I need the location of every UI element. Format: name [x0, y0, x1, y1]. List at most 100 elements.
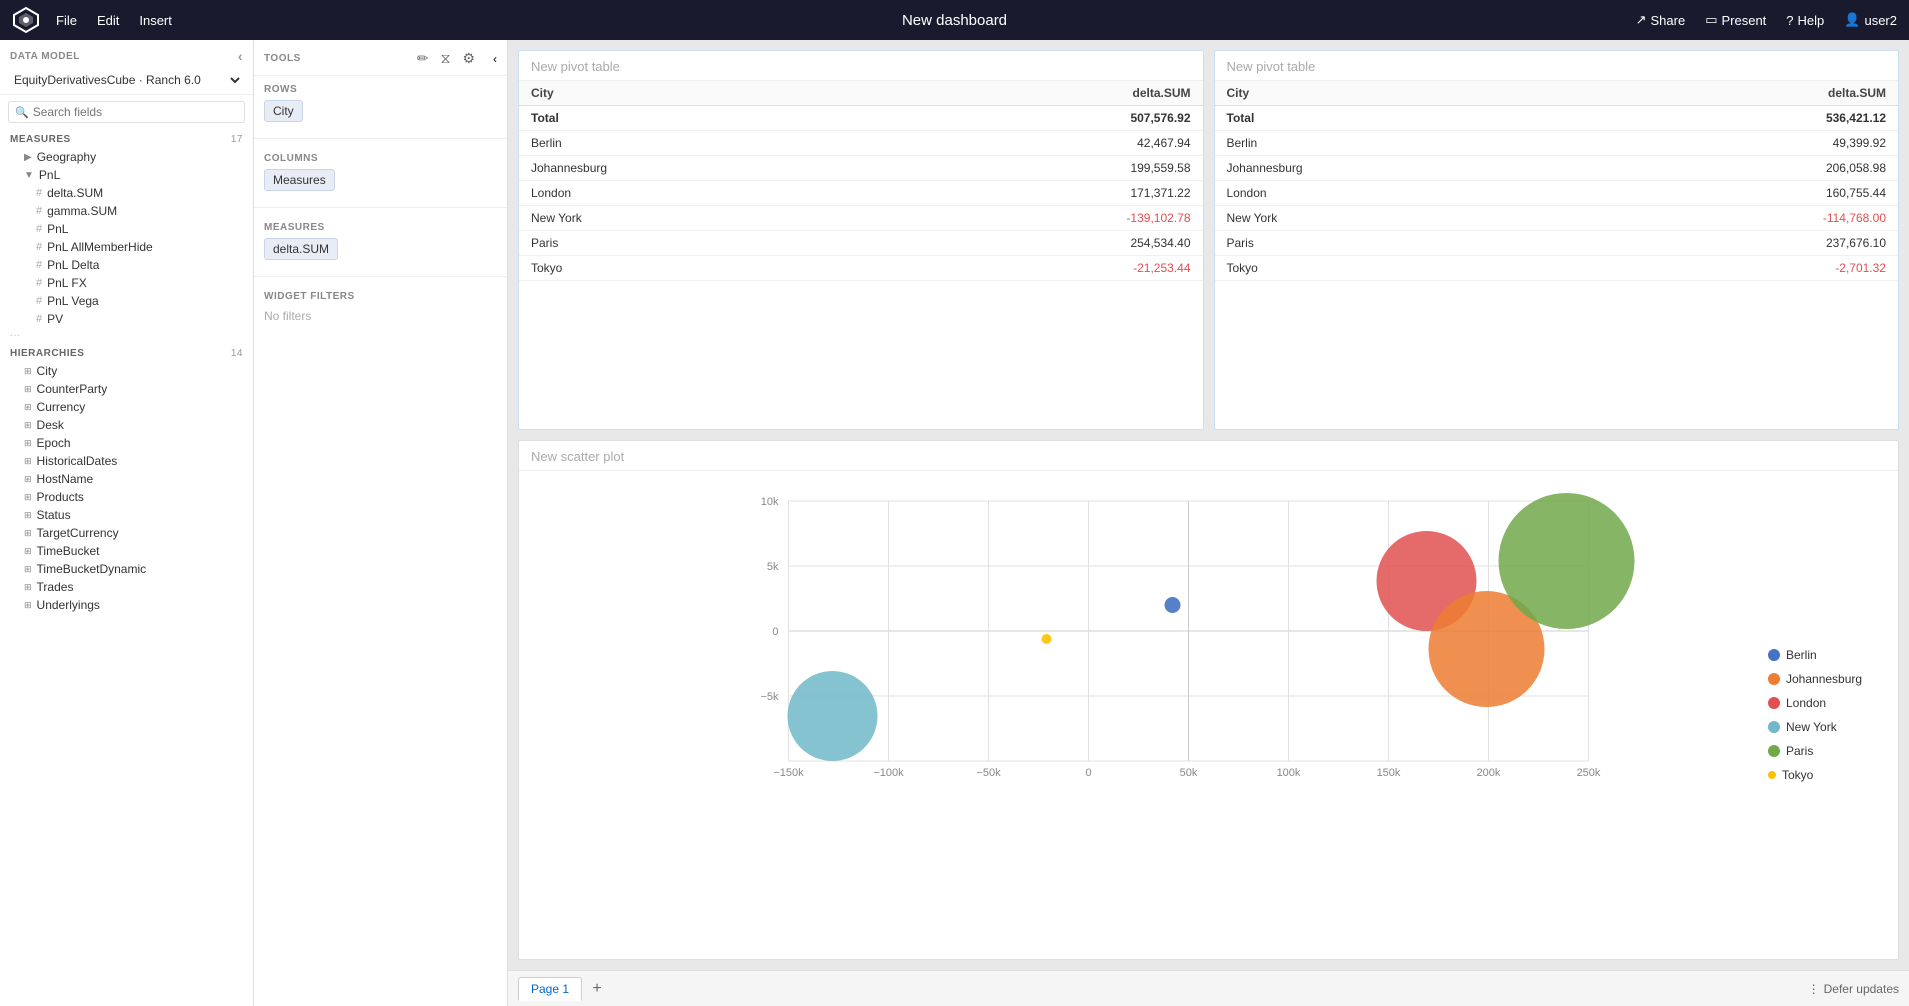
bubble-paris[interactable]: [1499, 493, 1635, 629]
nav-file[interactable]: File: [56, 13, 77, 28]
rows-pill[interactable]: City: [264, 100, 303, 122]
bottom-bar: Page 1 + ⋮ Defer updates: [508, 970, 1909, 1006]
folder-geography[interactable]: ▶ Geography: [0, 148, 253, 166]
user-button[interactable]: 👤 user2: [1844, 12, 1897, 28]
collapse-tools-panel-button[interactable]: ‹: [493, 52, 497, 66]
nav-edit[interactable]: Edit: [97, 13, 119, 28]
folder-pnl[interactable]: ▼ PnL: [0, 166, 253, 184]
scatter-plot-card: New scatter plot: [518, 440, 1899, 960]
widget-filters-section: Widget filters No filters: [254, 283, 507, 331]
settings-filter-icon[interactable]: ⚙: [460, 48, 477, 69]
measure-icon: #: [36, 241, 42, 253]
hierarchy-icon: ⊞: [24, 600, 32, 611]
tools-panel-header: TOOLS ✏ ⧖ ⚙ ‹: [254, 40, 507, 76]
hierarchy-products[interactable]: ⊞ Products: [0, 488, 253, 506]
nav-insert[interactable]: Insert: [139, 13, 172, 28]
hierarchy-icon: ⊞: [24, 420, 32, 431]
pivot-table-2: City delta.SUM Total536,421.12Berlin49,3…: [1215, 81, 1899, 281]
hierarchy-epoch[interactable]: ⊞ Epoch: [0, 434, 253, 452]
legend-dot-berlin: [1768, 649, 1780, 661]
legend-dot-newyork: [1768, 721, 1780, 733]
measures-pill[interactable]: delta.SUM: [264, 238, 338, 260]
bubble-berlin[interactable]: [1165, 597, 1181, 613]
help-button[interactable]: ? Help: [1786, 13, 1824, 28]
pivot-table-1-title: New pivot table: [519, 51, 1203, 81]
hierarchy-timebucketdynamic[interactable]: ⊞ TimeBucketDynamic: [0, 560, 253, 578]
hierarchy-icon: ⊞: [24, 402, 32, 413]
measure-icon: #: [36, 223, 42, 235]
hierarchy-icon: ⊞: [24, 546, 32, 557]
collapse-left-panel-button[interactable]: ‹: [238, 48, 243, 64]
hierarchy-icon: ⊞: [24, 366, 32, 377]
hierarchy-desk[interactable]: ⊞ Desk: [0, 416, 253, 434]
share-button[interactable]: ↗ Share: [1636, 12, 1686, 28]
search-box[interactable]: 🔍: [8, 101, 245, 123]
tools-panel: TOOLS ✏ ⧖ ⚙ ‹ Rows City Columns Measures…: [254, 40, 508, 1006]
measure-pv[interactable]: # PV: [0, 310, 253, 328]
dashboard-area: New pivot table City delta.SUM Total507,…: [508, 40, 1909, 970]
measure-gamma-sum[interactable]: # gamma.SUM: [0, 202, 253, 220]
measure-pnl-vega[interactable]: # PnL Vega: [0, 292, 253, 310]
table-row: Tokyo-21,253.44: [519, 256, 1203, 281]
hierarchy-hostname[interactable]: ⊞ HostName: [0, 470, 253, 488]
legend-dot-johannesburg: [1768, 673, 1780, 685]
hierarchy-status[interactable]: ⊞ Status: [0, 506, 253, 524]
svg-text:100k: 100k: [1277, 767, 1301, 779]
main-content: New pivot table City delta.SUM Total507,…: [508, 40, 1909, 1006]
scatter-body: 10k 5k 0 −5k −150k −100k −50k 0 50k 100k…: [519, 471, 1898, 959]
hierarchy-timebucket[interactable]: ⊞ TimeBucket: [0, 542, 253, 560]
hierarchy-icon: ⊞: [24, 474, 32, 485]
measure-pnl-delta[interactable]: # PnL Delta: [0, 256, 253, 274]
measure-pnl-allmbrhide[interactable]: # PnL AllMemberHide: [0, 238, 253, 256]
svg-text:−50k: −50k: [976, 767, 1001, 779]
folder-label: PnL: [39, 168, 60, 182]
hierarchy-counterparty[interactable]: ⊞ CounterParty: [0, 380, 253, 398]
present-button[interactable]: ▭ Present: [1705, 12, 1766, 28]
measure-pnl-fx[interactable]: # PnL FX: [0, 274, 253, 292]
table-row: Berlin42,467.94: [519, 131, 1203, 156]
page-tab-1[interactable]: Page 1: [518, 977, 582, 1001]
hierarchy-city[interactable]: ⊞ City: [0, 362, 253, 380]
scatter-plot-title: New scatter plot: [519, 441, 1898, 471]
measure-delta-sum[interactable]: # delta.SUM: [0, 184, 253, 202]
data-model-header: DATA MODEL ‹: [0, 40, 253, 68]
bubble-newyork[interactable]: [788, 671, 878, 761]
svg-text:250k: 250k: [1577, 767, 1601, 779]
svg-text:0: 0: [772, 626, 778, 638]
svg-text:−150k: −150k: [773, 767, 804, 779]
top-nav: File Edit Insert New dashboard ↗ Share ▭…: [0, 0, 1909, 40]
legend-dot-paris: [1768, 745, 1780, 757]
legend-berlin: Berlin: [1768, 648, 1888, 662]
cube-selector[interactable]: EquityDerivativesCube · Ranch 6.0: [0, 68, 253, 95]
table-row: Johannesburg199,559.58: [519, 156, 1203, 181]
measure-icon: #: [36, 313, 42, 325]
measure-pnl[interactable]: # PnL: [0, 220, 253, 238]
measures-section-tools: Measures delta.SUM: [254, 214, 507, 270]
hierarchy-trades[interactable]: ⊞ Trades: [0, 578, 253, 596]
rows-section: Rows City: [254, 76, 507, 132]
add-page-button[interactable]: +: [586, 978, 608, 1000]
cube-dropdown[interactable]: EquityDerivativesCube · Ranch 6.0: [10, 72, 243, 88]
measure-icon: #: [36, 205, 42, 217]
no-filters-label: No filters: [264, 307, 497, 325]
table-row: Total507,576.92: [519, 106, 1203, 131]
folder-label: Geography: [37, 150, 96, 164]
hierarchy-underlyings[interactable]: ⊞ Underlyings: [0, 596, 253, 614]
defer-updates-button[interactable]: ⋮ Defer updates: [1808, 982, 1899, 996]
filter-icon[interactable]: ⧖: [439, 48, 453, 69]
columns-section: Columns Measures: [254, 145, 507, 201]
scatter-legend: Berlin Johannesburg London New York: [1758, 471, 1898, 959]
columns-pill[interactable]: Measures: [264, 169, 335, 191]
folder-expand-icon: ▼: [24, 170, 34, 181]
edit-filter-icon[interactable]: ✏: [415, 48, 431, 69]
table-row: Johannesburg206,058.98: [1215, 156, 1899, 181]
hierarchy-currency[interactable]: ⊞ Currency: [0, 398, 253, 416]
hierarchy-targetcurrency[interactable]: ⊞ TargetCurrency: [0, 524, 253, 542]
bubble-tokyo[interactable]: [1042, 634, 1052, 644]
pivot-table-1: City delta.SUM Total507,576.92Berlin42,4…: [519, 81, 1203, 281]
hierarchy-historicaldates[interactable]: ⊞ HistoricalDates: [0, 452, 253, 470]
present-icon: ▭: [1705, 12, 1717, 28]
table-row: Tokyo-2,701.32: [1215, 256, 1899, 281]
pt1-col-delta: delta.SUM: [883, 81, 1203, 106]
search-input[interactable]: [33, 105, 238, 119]
